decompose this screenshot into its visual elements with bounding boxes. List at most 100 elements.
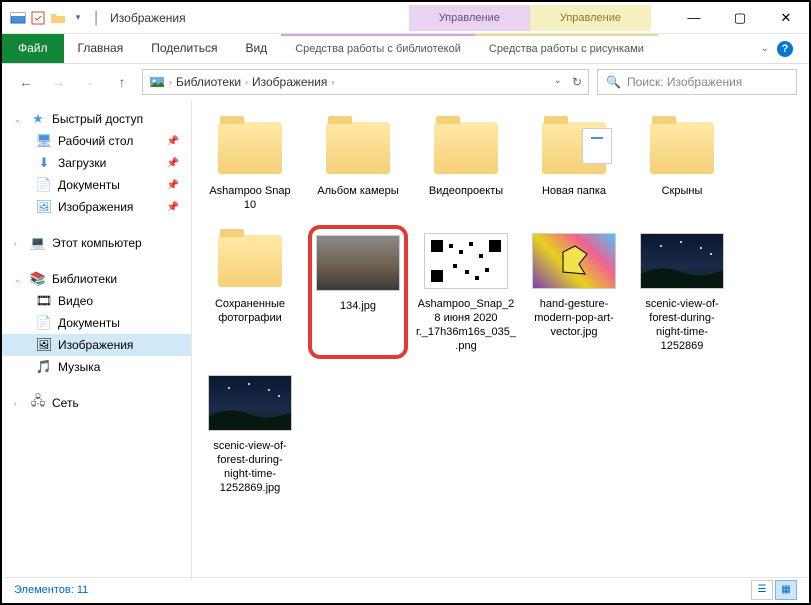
qat-dropdown-icon[interactable]: ▾ (70, 10, 86, 26)
expand-icon[interactable]: › (14, 239, 24, 248)
file-item[interactable]: scenic-view-of-forest-during-night-time-… (200, 367, 300, 500)
folder-item[interactable]: Альбом камеры (308, 112, 408, 217)
ribbon-context-pictures[interactable]: Средства работы с рисунками (475, 34, 658, 63)
navigation-row: ← → ⌄ ↑ › Библиотеки › Изображения › ⌄ ↻… (2, 64, 809, 100)
context-tab-pictures[interactable]: Управление (530, 5, 651, 31)
ribbon-collapse-icon[interactable]: ⌄ (761, 43, 769, 54)
thumbnail (314, 116, 402, 180)
sidebar-libraries[interactable]: ⌄ 📚 Библиотеки (2, 268, 191, 290)
context-tab-headers: Управление Управление (409, 5, 651, 31)
folder-item[interactable]: Скрыны (632, 112, 732, 217)
sidebar-network[interactable]: › 🖧 Сеть (2, 392, 191, 414)
pictures-icon: 🖼 (36, 337, 52, 353)
pin-icon: 📌 (167, 202, 179, 213)
video-icon: 🎞 (36, 293, 52, 309)
content-area[interactable]: Ashampoo Snap 10 Альбом камеры Видеопроект… (192, 100, 809, 580)
music-icon: 🎵 (36, 359, 52, 375)
properties-icon[interactable] (30, 10, 46, 26)
file-item[interactable]: Ashampoo_Snap_28 июня 2020 г._17h36m16s_… (416, 225, 516, 359)
expand-icon[interactable]: ⌄ (14, 115, 24, 124)
item-caption: Сохраненные фотографии (204, 297, 296, 326)
close-button[interactable]: ✕ (763, 3, 809, 33)
sidebar-label: Быстрый доступ (52, 112, 143, 126)
context-tab-library[interactable]: Управление (409, 5, 530, 31)
folder-item[interactable]: Сохраненные фотографии (200, 225, 300, 359)
title-separator: | (94, 9, 98, 27)
thumbnail (422, 229, 510, 293)
item-caption: scenic-view-of-forest-during-night-time-… (204, 439, 296, 496)
network-icon: 🖧 (30, 395, 46, 411)
breadcrumb-libraries[interactable]: Библиотеки (176, 75, 241, 89)
recent-dropdown[interactable]: ⌄ (78, 70, 102, 94)
file-item[interactable]: hand-gesture-modern-pop-art-vector.jpg (524, 225, 624, 359)
thumbnail (206, 116, 294, 180)
libraries-icon: 📚 (30, 271, 46, 287)
window-title: Изображения (110, 11, 185, 25)
breadcrumb-sep[interactable]: › (169, 77, 172, 87)
file-item[interactable]: 134.jpg (308, 225, 408, 359)
help-icon[interactable]: ? (777, 41, 793, 57)
item-caption: Видеопроекты (429, 184, 503, 198)
explorer-icon (10, 10, 26, 26)
sidebar-label: Этот компьютер (52, 236, 142, 250)
thumbnail (206, 371, 294, 435)
ribbon-tabs: Файл Главная Поделиться Вид Средства раб… (2, 34, 809, 64)
expand-icon[interactable]: › (14, 399, 24, 408)
search-box[interactable]: 🔍 Поиск: Изображения (597, 69, 797, 95)
breadcrumb-pictures[interactable]: Изображения (252, 75, 327, 89)
view-thumbnails-button[interactable]: ▦ (775, 580, 797, 600)
pc-icon: 💻 (30, 235, 46, 251)
sidebar-this-pc[interactable]: › 💻 Этот компьютер (2, 232, 191, 254)
location-pictures-icon (149, 74, 165, 90)
ribbon-tab-view[interactable]: Вид (231, 34, 281, 63)
sidebar-item-documents[interactable]: 📄Документы📌 (2, 174, 191, 196)
sidebar-item-pictures[interactable]: 🖼Изображения📌 (2, 196, 191, 218)
pictures-icon: 🖼 (36, 199, 52, 215)
pin-icon: 📌 (167, 158, 179, 169)
minimize-button[interactable]: — (671, 3, 717, 33)
file-item[interactable]: scenic-view-of-forest-during-night-time-… (632, 225, 732, 359)
sidebar-quick-access[interactable]: ⌄ ★ Быстрый доступ (2, 108, 191, 130)
breadcrumb-sep[interactable]: › (331, 77, 334, 87)
expand-icon[interactable]: ⌄ (14, 275, 24, 284)
item-caption: Новая папка (542, 184, 606, 198)
back-button[interactable]: ← (14, 70, 38, 94)
sidebar-item-lib-pictures[interactable]: 🖼Изображения (2, 334, 191, 356)
folder-item[interactable]: Видеопроекты (416, 112, 516, 217)
ribbon-file-tab[interactable]: Файл (2, 34, 64, 63)
documents-icon: 📄 (36, 177, 52, 193)
sidebar-item-video[interactable]: 🎞Видео (2, 290, 191, 312)
ribbon-tab-share[interactable]: Поделиться (137, 34, 231, 63)
sidebar-item-downloads[interactable]: ⬇Загрузки📌 (2, 152, 191, 174)
view-details-button[interactable]: ☰ (751, 580, 773, 600)
address-bar[interactable]: › Библиотеки › Изображения › ⌄ ↻ (142, 69, 589, 95)
item-caption: scenic-view-of-forest-during-night-time-… (636, 297, 728, 355)
thumbnail (422, 116, 510, 180)
thumbnail (638, 116, 726, 180)
sidebar-item-desktop[interactable]: 🖥Рабочий стол📌 (2, 130, 191, 152)
quick-access-toolbar: ▾ | Изображения (2, 9, 194, 27)
pin-icon: 📌 (167, 136, 179, 147)
maximize-button[interactable]: ▢ (717, 3, 763, 33)
folder-item[interactable]: Ashampoo Snap 10 (200, 112, 300, 217)
item-caption: hand-gesture-modern-pop-art-vector.jpg (528, 297, 620, 340)
folder-icon[interactable] (50, 10, 66, 26)
breadcrumb-sep[interactable]: › (245, 77, 248, 87)
search-icon: 🔍 (606, 75, 621, 89)
forward-button[interactable]: → (46, 70, 70, 94)
ribbon-context-library[interactable]: Средства работы с библиотекой (281, 34, 475, 63)
up-button[interactable]: ↑ (110, 70, 134, 94)
refresh-icon[interactable]: ↻ (572, 75, 582, 89)
star-icon: ★ (30, 111, 46, 127)
address-dropdown-icon[interactable]: ⌄ (554, 75, 562, 89)
item-caption: Ashampoo Snap 10 (204, 184, 296, 213)
navigation-pane: ⌄ ★ Быстрый доступ 🖥Рабочий стол📌 ⬇Загру… (2, 100, 192, 580)
main-area: ⌄ ★ Быстрый доступ 🖥Рабочий стол📌 ⬇Загру… (2, 100, 809, 580)
sidebar-item-music[interactable]: 🎵Музыка (2, 356, 191, 378)
thumbnail (530, 229, 618, 293)
sidebar-item-lib-documents[interactable]: 📄Документы (2, 312, 191, 334)
ribbon-tab-home[interactable]: Главная (64, 34, 138, 63)
folder-item[interactable]: Новая папка (524, 112, 624, 217)
thumbnail (530, 116, 618, 180)
status-bar: Элементов: 11 ☰ ▦ (4, 577, 807, 601)
